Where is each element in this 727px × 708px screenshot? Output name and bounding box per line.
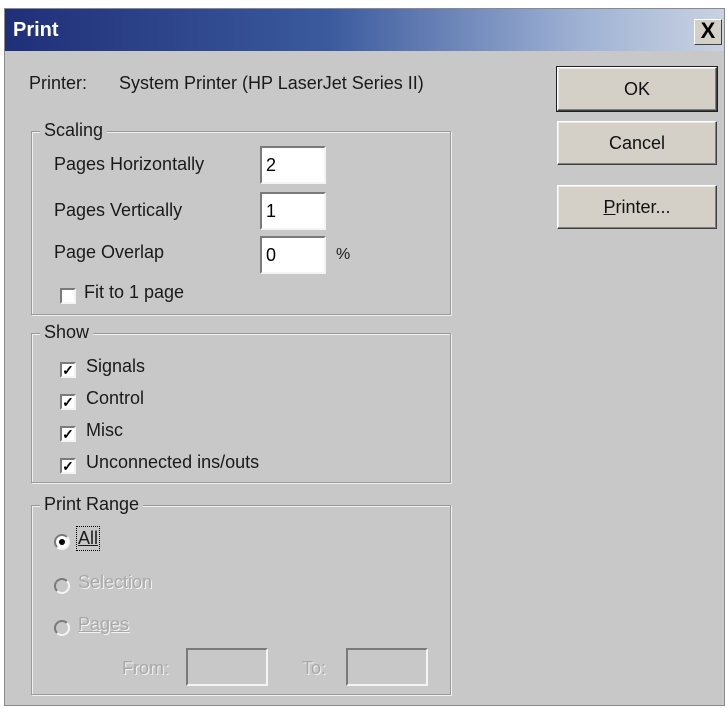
pages-horizontally-input[interactable]: 2 (260, 146, 326, 184)
selection-radio[interactable] (54, 578, 70, 594)
page-overlap-label: Page Overlap (54, 242, 165, 262)
title-bar[interactable]: Print X (5, 9, 724, 51)
printer-label: Printer: (29, 73, 88, 93)
ok-button[interactable]: OK (556, 66, 718, 112)
show-legend: Show (40, 322, 94, 343)
pages-horizontally-label: Pages Horizontally (54, 154, 205, 174)
cancel-button-label: Cancel (608, 133, 666, 153)
selection-radio-label: Selection (78, 572, 153, 592)
radio-selected-dot (59, 539, 65, 545)
close-button[interactable]: X (694, 19, 722, 45)
page-overlap-input[interactable]: 0 (260, 236, 326, 274)
unconnected-label: Unconnected ins/outs (86, 452, 260, 472)
printer-button-mnemonic: P (603, 197, 616, 217)
print-range-group: Print Range All Selection Pages From: To… (31, 494, 451, 695)
misc-checkbox[interactable]: ✓ (60, 426, 76, 442)
control-checkbox[interactable]: ✓ (60, 394, 76, 410)
ok-button-label: OK (623, 79, 650, 99)
fit-to-page-checkbox[interactable] (60, 288, 76, 304)
cancel-button[interactable]: Cancel (557, 121, 717, 165)
pages-radio[interactable] (54, 620, 70, 636)
pages-vertically-input[interactable]: 1 (260, 192, 326, 230)
fit-to-page-label: Fit to 1 page (84, 282, 185, 302)
from-label: From: (122, 658, 169, 678)
signals-label: Signals (86, 356, 146, 376)
pages-radio-label: Pages (78, 614, 130, 634)
scaling-legend: Scaling (40, 120, 108, 141)
signals-checkbox[interactable]: ✓ (60, 362, 76, 378)
scaling-group: Scaling Pages Horizontally 2 Pages Verti… (31, 120, 451, 315)
print-dialog: Print X Printer: System Printer (HP Lase… (4, 8, 725, 706)
page-overlap-unit: % (336, 246, 351, 263)
show-group: Show ✓ Signals ✓ Control ✓ Misc ✓ Unconn… (31, 322, 451, 483)
printer-setup-button[interactable]: Printer... (557, 185, 717, 229)
printer-button-label: rinter... (615, 197, 671, 217)
unconnected-checkbox[interactable]: ✓ (60, 458, 76, 474)
all-radio-label: All (75, 526, 101, 551)
print-range-legend: Print Range (40, 494, 144, 515)
printer-name: System Printer (HP LaserJet Series II) (119, 73, 424, 93)
pages-vertically-label: Pages Vertically (54, 200, 183, 220)
close-icon: X (700, 18, 716, 43)
to-label: To: (302, 658, 327, 678)
to-input[interactable] (346, 648, 428, 686)
all-radio[interactable] (54, 534, 70, 550)
dialog-title: Print (13, 19, 59, 41)
misc-label: Misc (86, 420, 123, 440)
control-label: Control (86, 388, 145, 408)
from-input[interactable] (186, 648, 268, 686)
